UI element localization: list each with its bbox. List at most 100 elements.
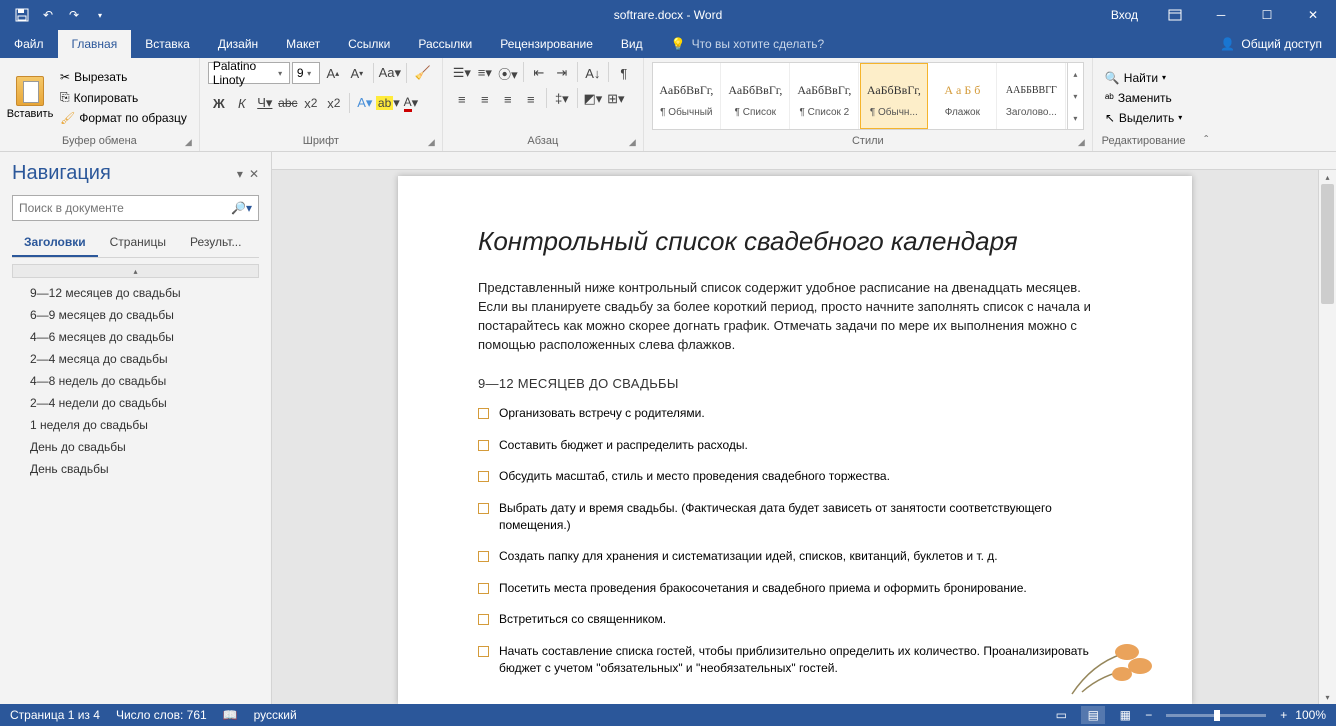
- font-size-combo[interactable]: 9▾: [292, 62, 320, 84]
- increase-indent-button[interactable]: ⇥: [551, 62, 573, 84]
- login-button[interactable]: Вход: [1097, 0, 1152, 30]
- styles-gallery-expand[interactable]: ▴▾▾: [1067, 63, 1083, 129]
- zoom-slider[interactable]: [1166, 714, 1266, 717]
- spell-check-icon[interactable]: 📖: [223, 708, 238, 722]
- share-button[interactable]: 👤 Общий доступ: [1206, 30, 1336, 58]
- language[interactable]: русский: [254, 708, 297, 722]
- nav-collapse-all[interactable]: ▴: [12, 264, 259, 278]
- paragraph-dialog-launcher[interactable]: ◢: [629, 137, 641, 149]
- scroll-up-button[interactable]: ▴: [1319, 170, 1336, 184]
- vertical-scrollbar[interactable]: ▴ ▾: [1318, 170, 1336, 704]
- copy-button[interactable]: ⎘Копировать: [56, 88, 191, 107]
- align-center-button[interactable]: ≡: [474, 88, 496, 110]
- tab-view[interactable]: Вид: [607, 30, 657, 58]
- font-color-button[interactable]: A▾: [400, 92, 422, 114]
- bold-button[interactable]: Ж: [208, 92, 230, 114]
- nav-item[interactable]: 4—6 месяцев до свадьбы: [12, 326, 259, 348]
- nav-item[interactable]: 2—4 месяца до свадьбы: [12, 348, 259, 370]
- align-left-button[interactable]: ≡: [451, 88, 473, 110]
- nav-tab-results[interactable]: Результ...: [178, 229, 253, 257]
- doc-title[interactable]: Контрольный список свадебного календаря: [478, 226, 1112, 257]
- nav-menu-button[interactable]: ▾: [237, 167, 243, 181]
- nav-item[interactable]: День свадьбы: [12, 458, 259, 480]
- tab-mailings[interactable]: Рассылки: [404, 30, 486, 58]
- collapse-ribbon-button[interactable]: ˆ: [1194, 58, 1218, 151]
- page-number[interactable]: Страница 1 из 4: [10, 708, 100, 722]
- show-marks-button[interactable]: ¶: [613, 62, 635, 84]
- zoom-level[interactable]: 100%: [1295, 708, 1326, 722]
- zoom-in-button[interactable]: +: [1280, 708, 1287, 722]
- shading-button[interactable]: ◩▾: [582, 88, 604, 110]
- superscript-button[interactable]: x2: [323, 92, 345, 114]
- multilevel-button[interactable]: ⦿▾: [497, 62, 519, 84]
- zoom-thumb[interactable]: [1214, 710, 1220, 721]
- style-checkbox[interactable]: А а Б бФлажок: [929, 63, 997, 129]
- find-button[interactable]: 🔍Найти▾: [1101, 69, 1186, 87]
- paste-button[interactable]: Вставить: [8, 62, 52, 133]
- tab-home[interactable]: Главная: [58, 30, 132, 58]
- clear-formatting-button[interactable]: 🧹: [412, 62, 434, 84]
- tab-references[interactable]: Ссылки: [334, 30, 404, 58]
- word-count[interactable]: Число слов: 761: [116, 708, 207, 722]
- checklist-item[interactable]: Организовать встречу с родителями.: [478, 405, 1112, 422]
- align-right-button[interactable]: ≡: [497, 88, 519, 110]
- highlight-button[interactable]: ab▾: [377, 92, 399, 114]
- nav-item[interactable]: 1 неделя до свадьбы: [12, 414, 259, 436]
- line-spacing-button[interactable]: ‡▾: [551, 88, 573, 110]
- shrink-font-button[interactable]: A▾: [346, 62, 368, 84]
- nav-item[interactable]: 9—12 месяцев до свадьбы: [12, 282, 259, 304]
- checklist-item[interactable]: Посетить места проведения бракосочетания…: [478, 580, 1112, 597]
- style-heading[interactable]: ААББВВГГЗаголово...: [998, 63, 1066, 129]
- qat-customize[interactable]: ▾: [88, 3, 112, 27]
- change-case-button[interactable]: Aa▾: [379, 62, 401, 84]
- nav-item[interactable]: 6—9 месяцев до свадьбы: [12, 304, 259, 326]
- nav-search[interactable]: 🔎▾: [12, 195, 259, 221]
- tab-review[interactable]: Рецензирование: [486, 30, 607, 58]
- font-dialog-launcher[interactable]: ◢: [428, 137, 440, 149]
- redo-button[interactable]: ↷: [62, 3, 86, 27]
- tell-me-search[interactable]: 💡 Что вы хотите сделать?: [657, 30, 825, 58]
- checklist-item[interactable]: Создать папку для хранения и систематиза…: [478, 548, 1112, 565]
- doc-intro[interactable]: Представленный ниже контрольный список с…: [478, 279, 1112, 354]
- grow-font-button[interactable]: A▴: [322, 62, 344, 84]
- checklist-item[interactable]: Начать составление списка гостей, чтобы …: [478, 643, 1112, 678]
- italic-button[interactable]: К: [231, 92, 253, 114]
- bullets-button[interactable]: ☰▾: [451, 62, 473, 84]
- nav-close-button[interactable]: ✕: [249, 167, 259, 181]
- format-painter-button[interactable]: 🖌Формат по образцу: [56, 109, 191, 127]
- page-viewport[interactable]: Контрольный список свадебного календаря …: [272, 170, 1318, 704]
- read-mode-button[interactable]: ▭: [1049, 706, 1073, 724]
- sort-button[interactable]: A↓: [582, 62, 604, 84]
- save-button[interactable]: [10, 3, 34, 27]
- numbering-button[interactable]: ≡▾: [474, 62, 496, 84]
- zoom-out-button[interactable]: −: [1145, 708, 1152, 722]
- font-name-combo[interactable]: Palatino Linoty▾: [208, 62, 290, 84]
- strikethrough-button[interactable]: abc: [277, 92, 299, 114]
- ribbon-display-button[interactable]: [1152, 0, 1198, 30]
- subscript-button[interactable]: x2: [300, 92, 322, 114]
- checklist-item[interactable]: Обсудить масштаб, стиль и место проведен…: [478, 468, 1112, 485]
- justify-button[interactable]: ≡: [520, 88, 542, 110]
- style-list2[interactable]: АаБбВвГг,¶ Список 2: [791, 63, 859, 129]
- underline-button[interactable]: Ч▾: [254, 92, 276, 114]
- styles-dialog-launcher[interactable]: ◢: [1078, 137, 1090, 149]
- maximize-button[interactable]: ☐: [1244, 0, 1290, 30]
- borders-button[interactable]: ⊞▾: [605, 88, 627, 110]
- clipboard-dialog-launcher[interactable]: ◢: [185, 137, 197, 149]
- scroll-down-button[interactable]: ▾: [1319, 690, 1336, 704]
- doc-heading[interactable]: 9—12 МЕСЯЦЕВ ДО СВАДЬБЫ: [478, 376, 1112, 391]
- nav-item[interactable]: 2—4 недели до свадьбы: [12, 392, 259, 414]
- text-effects-button[interactable]: A▾: [354, 92, 376, 114]
- scroll-thumb[interactable]: [1321, 184, 1334, 304]
- tab-design[interactable]: Дизайн: [204, 30, 272, 58]
- replace-button[interactable]: ᵃᵇЗаменить: [1101, 89, 1186, 107]
- page[interactable]: Контрольный список свадебного календаря …: [398, 176, 1192, 704]
- web-layout-button[interactable]: ▦: [1113, 706, 1137, 724]
- close-button[interactable]: ✕: [1290, 0, 1336, 30]
- checklist-item[interactable]: Составить бюджет и распределить расходы.: [478, 437, 1112, 454]
- search-icon[interactable]: 🔎▾: [231, 201, 252, 215]
- checklist-item[interactable]: Выбрать дату и время свадьбы. (Фактическ…: [478, 500, 1112, 535]
- horizontal-ruler[interactable]: [272, 152, 1336, 170]
- checklist-item[interactable]: Встретиться со священником.: [478, 611, 1112, 628]
- minimize-button[interactable]: ─: [1198, 0, 1244, 30]
